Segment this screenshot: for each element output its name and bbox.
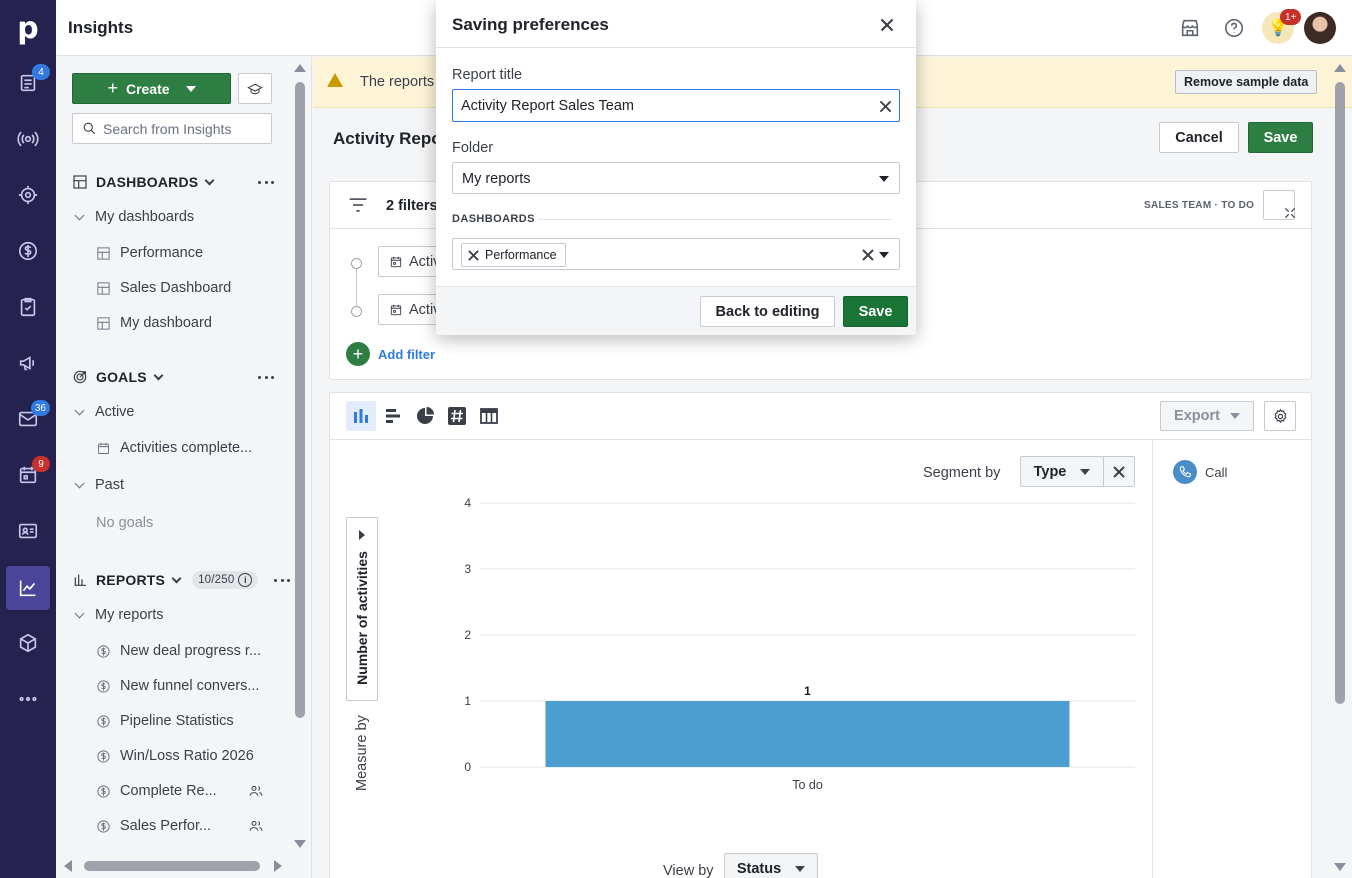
folder-select[interactable]: My reports (452, 162, 900, 194)
dialog-title: Saving preferences (452, 15, 609, 34)
report-title-input[interactable] (461, 96, 861, 116)
caret-down-icon (879, 176, 889, 182)
caret-down-icon[interactable] (879, 252, 889, 258)
folder-value: My reports (462, 171, 531, 187)
report-title-field (452, 89, 900, 122)
dashboard-tag: Performance (461, 243, 566, 267)
close-dialog-button[interactable] (876, 14, 898, 36)
remove-tag-icon[interactable] (468, 249, 479, 261)
dialog-header: Saving preferences (436, 0, 916, 48)
back-to-editing-button[interactable]: Back to editing (700, 296, 835, 327)
clear-all-button[interactable] (861, 248, 875, 262)
close-icon (879, 100, 891, 112)
dialog-save-button[interactable]: Save (843, 296, 908, 327)
saving-preferences-dialog: Saving preferences Report title Folder M… (436, 0, 916, 335)
clear-title-button[interactable] (877, 98, 893, 114)
divider (538, 219, 892, 220)
dashboards-label: DASHBOARDS (452, 213, 535, 225)
close-icon (880, 18, 894, 32)
dashboard-tag-label: Performance (485, 248, 557, 262)
report-title-label: Report title (452, 67, 523, 83)
dashboards-multiselect[interactable]: Performance (452, 238, 900, 270)
dialog-footer: Back to editing Save (436, 286, 916, 335)
folder-label: Folder (452, 140, 494, 156)
close-icon (862, 249, 874, 261)
